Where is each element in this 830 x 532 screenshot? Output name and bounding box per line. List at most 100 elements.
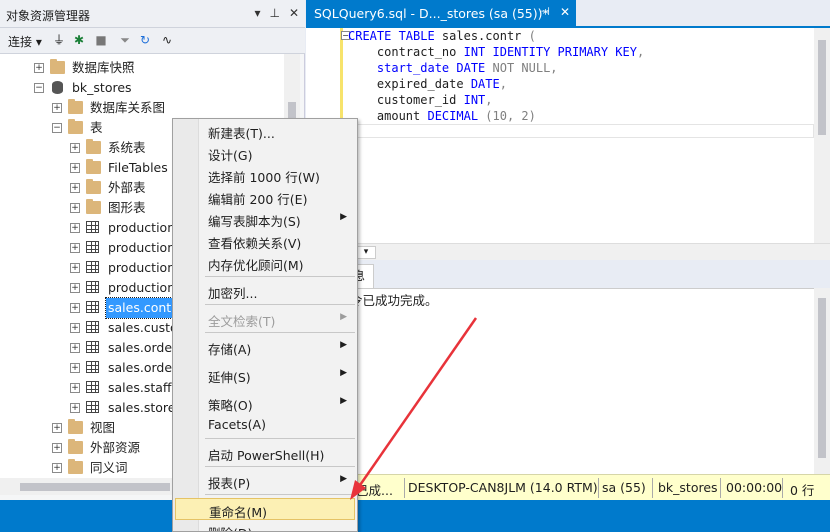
results-vertical-scrollbar[interactable] <box>814 288 830 474</box>
query-editor[interactable]: − CREATE TABLE sales.contr ( contract_no… <box>306 28 814 243</box>
dropdown-icon[interactable]: ▾ <box>254 6 260 20</box>
table-icon <box>86 221 99 233</box>
status-server: DESKTOP-CAN8JLM (14.0 RTM) <box>408 480 598 495</box>
pin-tab-icon[interactable]: ⊣ <box>540 5 550 18</box>
folder-icon <box>50 59 65 74</box>
expand-icon[interactable]: + <box>70 403 80 413</box>
expand-icon[interactable]: + <box>70 163 80 173</box>
scrollbar-thumb[interactable] <box>818 40 826 135</box>
scrollbar-thumb[interactable] <box>818 298 826 458</box>
menu-item[interactable]: 加密列... <box>175 280 355 302</box>
table-icon <box>86 281 99 293</box>
code-line: customer_id INT, <box>348 92 644 108</box>
menu-item-label: 删除(D) <box>208 523 252 531</box>
status-row-count: 0 行 <box>790 483 815 498</box>
editor-vertical-scrollbar[interactable] <box>814 28 830 243</box>
menu-item[interactable]: 内存优化顾问(M) <box>175 252 355 274</box>
scrollbar-thumb[interactable] <box>20 483 170 491</box>
pin-icon[interactable]: ⊥ <box>269 6 279 20</box>
menu-item[interactable]: 启动 PowerShell(H) <box>175 442 355 464</box>
table-icon <box>86 341 99 353</box>
submenu-arrow-icon: ▶ <box>340 396 347 406</box>
stop-icon[interactable]: ■ <box>94 32 108 48</box>
expand-icon[interactable]: + <box>70 383 80 393</box>
menu-item[interactable]: 存储(A) ▶ <box>175 336 355 358</box>
disconnect-icon[interactable]: ✱ <box>72 32 86 48</box>
menu-item[interactable]: 查看依赖关系(V) <box>175 230 355 252</box>
code-token: DATE <box>456 61 493 75</box>
menu-item-label: 加密列... <box>208 286 258 301</box>
results-pane: 令已成功完成。 <box>306 288 814 474</box>
change-tracking-bar <box>340 28 343 123</box>
menu-item[interactable]: 选择前 1000 行(W) <box>175 164 355 186</box>
code-line: expired_date DATE, <box>348 76 644 92</box>
collapse-icon[interactable]: − <box>34 83 44 93</box>
table-icon <box>86 401 99 413</box>
filter-icon[interactable]: ⏷ <box>118 32 132 48</box>
object-explorer-toolbar: 连接 ▾ ⏚ ✱ ■ ⏷ ↻ ∿ <box>0 28 305 54</box>
status-state: 已成... <box>356 483 393 498</box>
menu-item[interactable]: 编辑前 200 行(E) <box>175 186 355 208</box>
tree-node-label: 系统表 <box>108 140 146 155</box>
expand-icon[interactable]: + <box>70 203 80 213</box>
expand-icon[interactable]: + <box>52 423 62 433</box>
table-icon <box>86 381 99 393</box>
menu-item[interactable]: 报表(P) ▶ <box>175 470 355 492</box>
code-token: NOT NULL <box>492 61 551 75</box>
status-elapsed-time: 00:00:00 <box>726 480 783 495</box>
folder-icon <box>68 99 83 114</box>
expand-icon[interactable]: + <box>70 143 80 153</box>
menu-item[interactable]: 删除(D) <box>175 520 355 531</box>
menu-item[interactable]: 设计(G) <box>175 142 355 164</box>
expand-icon[interactable]: + <box>34 63 44 73</box>
expand-icon[interactable]: + <box>52 103 62 113</box>
connect-button[interactable]: 连接 ▾ <box>8 33 42 50</box>
code-text[interactable]: CREATE TABLE sales.contr ( contract_no I… <box>348 28 644 140</box>
expand-icon[interactable]: + <box>70 183 80 193</box>
tree-node-label: sales.custo <box>108 320 178 335</box>
folder-icon <box>86 139 101 154</box>
collapse-icon[interactable]: − <box>52 123 62 133</box>
menu-item-label: 延伸(S) <box>208 370 251 385</box>
code-token: start_date <box>348 61 457 75</box>
close-icon[interactable]: ✕ <box>289 6 299 20</box>
menu-item-label: 报表(P) <box>208 476 251 491</box>
tree-node-label: 视图 <box>90 420 116 435</box>
expand-icon[interactable]: + <box>70 363 80 373</box>
code-token: contract_no <box>348 45 464 59</box>
menu-item[interactable]: Facets(A) <box>175 414 355 436</box>
expand-icon[interactable]: + <box>70 283 80 293</box>
tree-node-label: sales.orde <box>108 340 173 355</box>
expand-icon[interactable]: + <box>52 463 62 473</box>
menu-item[interactable]: 延伸(S) ▶ <box>175 364 355 386</box>
menu-separator <box>205 438 355 439</box>
menu-item[interactable]: 策略(O) ▶ <box>175 392 355 414</box>
menu-item[interactable]: 重命名(M) <box>175 498 355 520</box>
refresh-icon[interactable]: ↻ <box>138 32 152 48</box>
expand-icon[interactable]: + <box>70 323 80 333</box>
document-tab-strip: SQLQuery6.sql - D..._stores (sa (55))* ⊣… <box>306 0 830 26</box>
expand-icon[interactable]: + <box>70 343 80 353</box>
close-tab-icon[interactable]: ✕ <box>560 5 570 19</box>
menu-item[interactable]: 新建表(T)... <box>175 120 355 142</box>
code-token: expired_date <box>348 77 471 91</box>
menu-item-label: 编写表脚本为(S) <box>208 214 301 229</box>
expand-icon[interactable]: + <box>52 443 62 453</box>
expand-icon[interactable]: + <box>70 223 80 233</box>
expand-icon[interactable]: + <box>70 303 80 313</box>
menu-item[interactable]: 编写表脚本为(S) ▶ <box>175 208 355 230</box>
activity-monitor-icon[interactable]: ∿ <box>160 32 174 48</box>
connect-plug-icon[interactable]: ⏚ <box>52 32 66 48</box>
tab-sqlquery6[interactable]: SQLQuery6.sql - D..._stores (sa (55))* ⊣… <box>306 0 576 26</box>
application-status-strip <box>0 500 830 532</box>
table-context-menu: 新建表(T)... 设计(G) 选择前 1000 行(W) 编辑前 200 行(E) 编… <box>172 118 358 532</box>
zoom-dropdown[interactable]: ▾ <box>356 246 376 259</box>
submenu-arrow-icon: ▶ <box>340 368 347 378</box>
code-line: amount DECIMAL (10, 2) <box>348 108 644 124</box>
code-line: start_date DATE NOT NULL, <box>348 60 644 76</box>
menu-separator <box>205 304 355 305</box>
expand-icon[interactable]: + <box>70 263 80 273</box>
editor-bottom-bar: ▾ <box>306 243 830 260</box>
expand-icon[interactable]: + <box>70 243 80 253</box>
